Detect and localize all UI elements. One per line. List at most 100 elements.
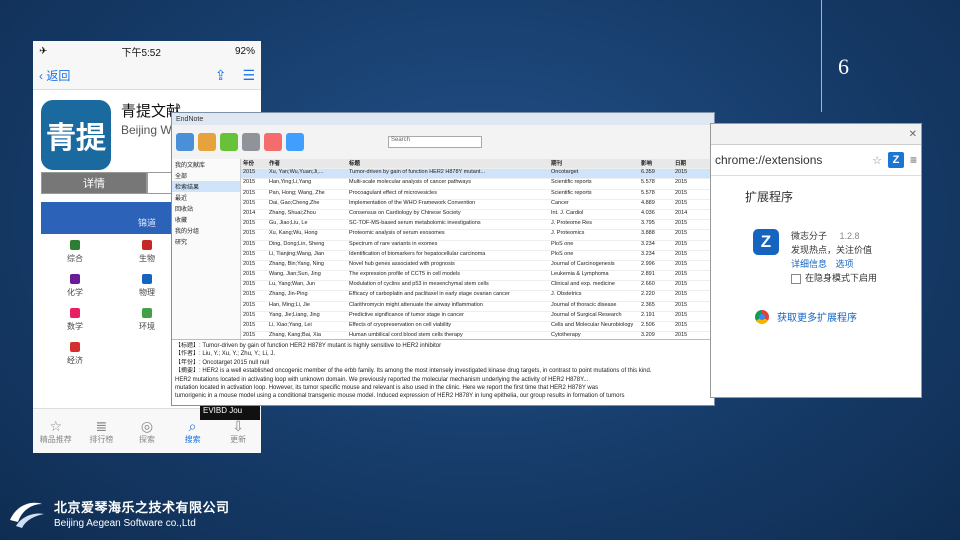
table-row[interactable]: 2015 Zhang, Jin-Ping Efficacy of carboplat… <box>241 291 714 302</box>
table-cell: The expression profile of CCT5 in cell m… <box>349 271 460 278</box>
tree-item[interactable]: 我的分组 <box>172 225 240 236</box>
category-item[interactable]: 综合 <box>39 240 111 264</box>
tree-item[interactable]: 回收站 <box>172 203 240 214</box>
tree-item[interactable]: 我的文献库 <box>172 159 240 170</box>
star-icon[interactable]: ☆ <box>872 154 882 167</box>
table-cell: 2015 <box>675 322 688 328</box>
table-row[interactable]: 2015 Li, Tianjing;Wang, Jian Identificatio… <box>241 250 714 261</box>
column-header[interactable]: 日期 <box>673 159 714 168</box>
table-cell: J. Proteome Res <box>551 220 592 227</box>
table-cell: 3.234 <box>641 240 655 247</box>
table-cell: 2015 <box>243 271 256 278</box>
close-icon[interactable]: ✕ <box>909 129 917 140</box>
details-link[interactable]: 详细信息 <box>791 259 827 269</box>
table-cell: 2.191 <box>641 311 655 318</box>
tree-item[interactable]: 全部 <box>172 170 240 181</box>
table-cell: Identification of biomarkers for hepatoc… <box>349 250 486 257</box>
table-row[interactable]: 2015 Xu, Kang;Wu, Hong Proteomic analysis … <box>241 230 714 241</box>
open-icon[interactable] <box>198 133 216 151</box>
category-item[interactable]: 化学 <box>39 274 111 298</box>
back-button[interactable]: ‹ 返回 <box>39 67 70 84</box>
window-title: EndNote <box>172 113 714 125</box>
slide-number: 6 <box>838 54 849 79</box>
company-logo-icon <box>10 502 44 528</box>
extension-card: Z 微志分子 1.2.8 发现热点，关注价值 详细信息 选项 在隐身模式下启用 <box>753 229 921 285</box>
category-icon <box>70 342 80 352</box>
category-icon <box>70 274 80 284</box>
bottom-tab[interactable]: ☆ 精品推荐 <box>33 409 79 453</box>
status-time: 下午5:52 <box>121 47 161 59</box>
extension-desc: 发现热点，关注价值 <box>791 245 873 255</box>
company-name-en: Beijing Aegean Software co.,Ltd <box>54 518 196 529</box>
table-row[interactable]: 2015 Han, Ming;Li, Jie Clarithromycin migh… <box>241 301 714 312</box>
table-cell: PloS one <box>551 250 574 257</box>
compass-icon: ◎ <box>140 417 154 434</box>
sync-icon[interactable] <box>286 133 304 151</box>
table-cell: Han, Ming;Li, Jie <box>269 301 310 308</box>
extension-icon[interactable]: Z <box>887 152 904 168</box>
airplane-icon: ✈ <box>39 45 48 57</box>
table-cell: 2015 <box>243 281 256 288</box>
column-header[interactable]: 年份 <box>241 159 267 168</box>
incognito-checkbox[interactable] <box>791 273 801 284</box>
table-row[interactable]: 2015 Yang, Jie;Liang, Jing Predictive sign… <box>241 311 714 322</box>
table-row[interactable]: 2015 Han,Ying;Li,Yang Multi-scale molecula… <box>241 179 714 190</box>
table-cell: Xu, Kang;Wu, Hong <box>269 230 318 237</box>
table-row[interactable]: 2015 Dai, Gao;Cheng,Zhe Implementation of … <box>241 200 714 210</box>
category-label: 生物 <box>139 254 155 263</box>
table-cell: 2.660 <box>641 281 655 288</box>
incognito-label: 在隐身模式下启用 <box>805 273 878 283</box>
table-cell: Efficacy of carboplatin and paclitaxel i… <box>349 291 510 298</box>
tree-item[interactable]: 研究 <box>172 236 240 247</box>
table-cell: 2015 <box>675 301 688 308</box>
table-row[interactable]: 2015 Ding, Dong;Lin, Sheng Spectrum of rar… <box>241 240 714 251</box>
options-link[interactable]: 选项 <box>836 259 854 269</box>
company-name-cn: 北京爱琴海乐之技术有限公司 <box>54 500 230 515</box>
table-row[interactable]: 2015 Zhang, Kang;Bai, Xia Human umbilical … <box>241 332 714 339</box>
table-row[interactable]: 2015 Xu, Yan;Wu,Yuan;Ji,... Tumor-driven b… <box>241 169 714 180</box>
table-row[interactable]: 2014 Zhang, Shuai;Zhou Consensus on Cardio… <box>241 209 714 221</box>
column-header[interactable]: 作者 <box>267 159 347 168</box>
table-row[interactable]: 2015 Zhang, Bin;Yang, Ning Novel hub genes… <box>241 261 714 272</box>
delete-icon[interactable] <box>264 133 282 151</box>
column-header[interactable]: 影响 <box>639 159 673 168</box>
table-row[interactable]: 2015 Gu, Jiao;Liu, Le SC-TOF-MS-based seru… <box>241 220 714 231</box>
table-cell: Journal of thoracic disease <box>551 301 617 308</box>
table-cell: 2015 <box>675 281 688 288</box>
category-icon <box>142 274 152 284</box>
search-input[interactable]: Search <box>388 136 482 148</box>
url-field[interactable]: chrome://extensions <box>715 153 872 167</box>
bottom-tab-label: 排行榜 <box>89 434 114 444</box>
tree-item[interactable]: 最近 <box>172 192 240 203</box>
tree-item[interactable]: 收藏 <box>172 214 240 225</box>
category-item[interactable]: 经济 <box>39 342 111 366</box>
tree-item[interactable]: 检索结果 <box>172 181 240 192</box>
bottom-tab[interactable]: ≣ 排行榜 <box>79 409 125 453</box>
export-icon[interactable] <box>242 133 260 151</box>
category-label: 化学 <box>67 288 83 297</box>
table-cell: Procoagulant effect of microvesicles <box>349 189 437 196</box>
chrome-window: ✕ chrome://extensions ☆ Z ≡ 扩展程序 Z 微志分子 … <box>710 123 922 398</box>
table-row[interactable]: 2015 Li, Xiao;Yang, Lei Effects of cryopre… <box>241 322 714 333</box>
menu-icon[interactable]: ☰ <box>242 67 255 84</box>
table-row[interactable]: 2015 Wang, Jian;Sun, Jing The expression p… <box>241 271 714 282</box>
extension-version: 1.2.8 <box>839 231 860 241</box>
table-cell: 2014 <box>675 209 688 216</box>
menu-icon[interactable]: ≡ <box>910 153 917 167</box>
table-row[interactable]: 2015 Pan, Hong; Wang, Zhe Procoagulant eff… <box>241 189 714 200</box>
table-cell: SC-TOF-MS-based serum metabolomic invest… <box>349 220 481 227</box>
new-icon[interactable] <box>176 133 194 151</box>
table-row[interactable]: 2015 Lu, Yang;Wan, Jun Modulation of cycli… <box>241 281 714 292</box>
tab-details[interactable]: 详情 <box>41 172 147 194</box>
import-icon[interactable] <box>220 133 238 151</box>
share-icon[interactable]: ⇪ <box>215 67 227 84</box>
chrome-store-icon <box>755 309 769 324</box>
detail-line: 【年份】: Oncotarget 2015 null null <box>175 359 270 366</box>
get-more-extensions-link[interactable]: 获取更多扩展程序 <box>755 309 921 324</box>
table-cell: Journal of Surgical Research <box>551 311 622 318</box>
column-header[interactable]: 标题 <box>347 159 549 168</box>
column-header[interactable]: 期刊 <box>549 159 639 168</box>
bottom-tab[interactable]: ◎ 探索 <box>124 409 170 453</box>
table-cell: Xu, Yan;Wu,Yuan;Ji,... <box>269 169 324 176</box>
category-item[interactable]: 数学 <box>39 308 111 332</box>
